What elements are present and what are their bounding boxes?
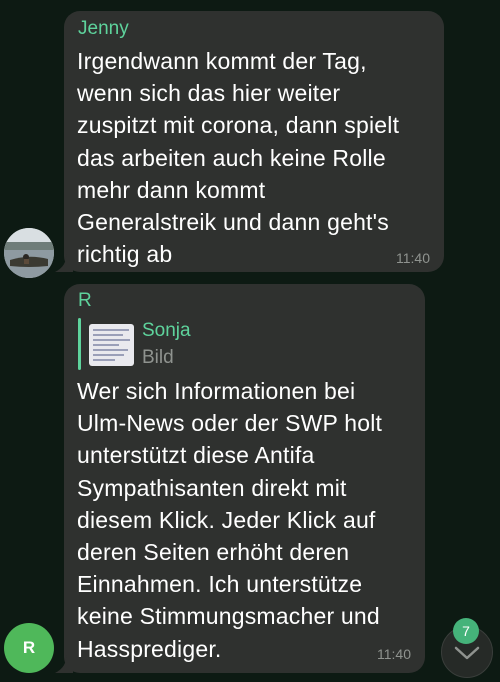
message-sender: R — [78, 290, 92, 311]
quote-thumbnail — [89, 324, 134, 366]
avatar-jenny[interactable] — [4, 228, 54, 278]
avatar-r[interactable]: R — [4, 623, 54, 673]
message-sender: Jenny — [78, 18, 129, 39]
quote-bar — [78, 318, 81, 370]
bubble-tail — [55, 655, 73, 673]
bubble-tail — [55, 254, 73, 272]
reply-quote[interactable]: Sonja Bild — [78, 318, 278, 370]
message-time: 11:40 — [396, 250, 430, 266]
message-bubble-jenny[interactable]: Jenny Irgendwann kommt der Tag, wenn sic… — [55, 11, 444, 272]
message-time: 11:40 — [377, 646, 411, 662]
message-text: Wer sich Informationen bei Ulm-News oder… — [77, 378, 383, 662]
message-text: Irgendwann kommt der Tag, wenn sich das … — [77, 48, 400, 268]
quote-sender: Sonja — [142, 320, 191, 341]
quote-type: Bild — [142, 347, 174, 368]
message-bubble-r[interactable]: R Sonja Bild Wer sich Informationen bei … — [55, 284, 425, 673]
avatar-photo — [4, 228, 54, 278]
unread-badge: 7 — [453, 618, 479, 644]
avatar-initial: R — [22, 638, 36, 657]
